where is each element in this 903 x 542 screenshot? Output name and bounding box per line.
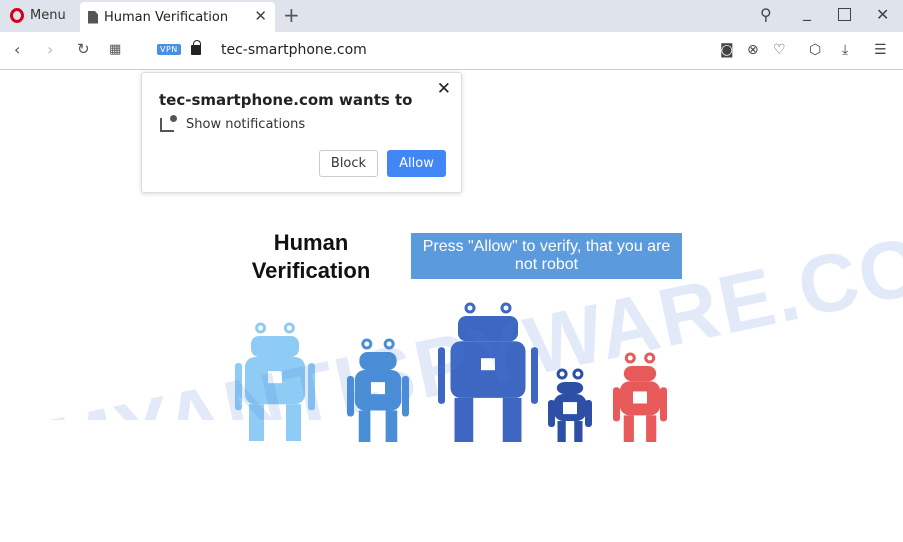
permission-label: Show notifications	[186, 117, 306, 132]
robot-5	[613, 352, 667, 442]
close-icon[interactable]: ✕	[437, 79, 451, 99]
robot-4	[548, 368, 592, 442]
popup-title: tec-smartphone.com wants to	[159, 91, 413, 109]
notification-icon	[160, 114, 177, 132]
permission-row: Show notifications	[160, 114, 306, 132]
block-button[interactable]: Block	[319, 150, 378, 177]
robot-1	[235, 322, 315, 441]
allow-button[interactable]: Allow	[387, 150, 446, 177]
robot-2	[347, 338, 409, 442]
robot-3	[438, 302, 538, 442]
notification-permission-popup: tec-smartphone.com wants to ✕ Show notif…	[141, 72, 462, 193]
